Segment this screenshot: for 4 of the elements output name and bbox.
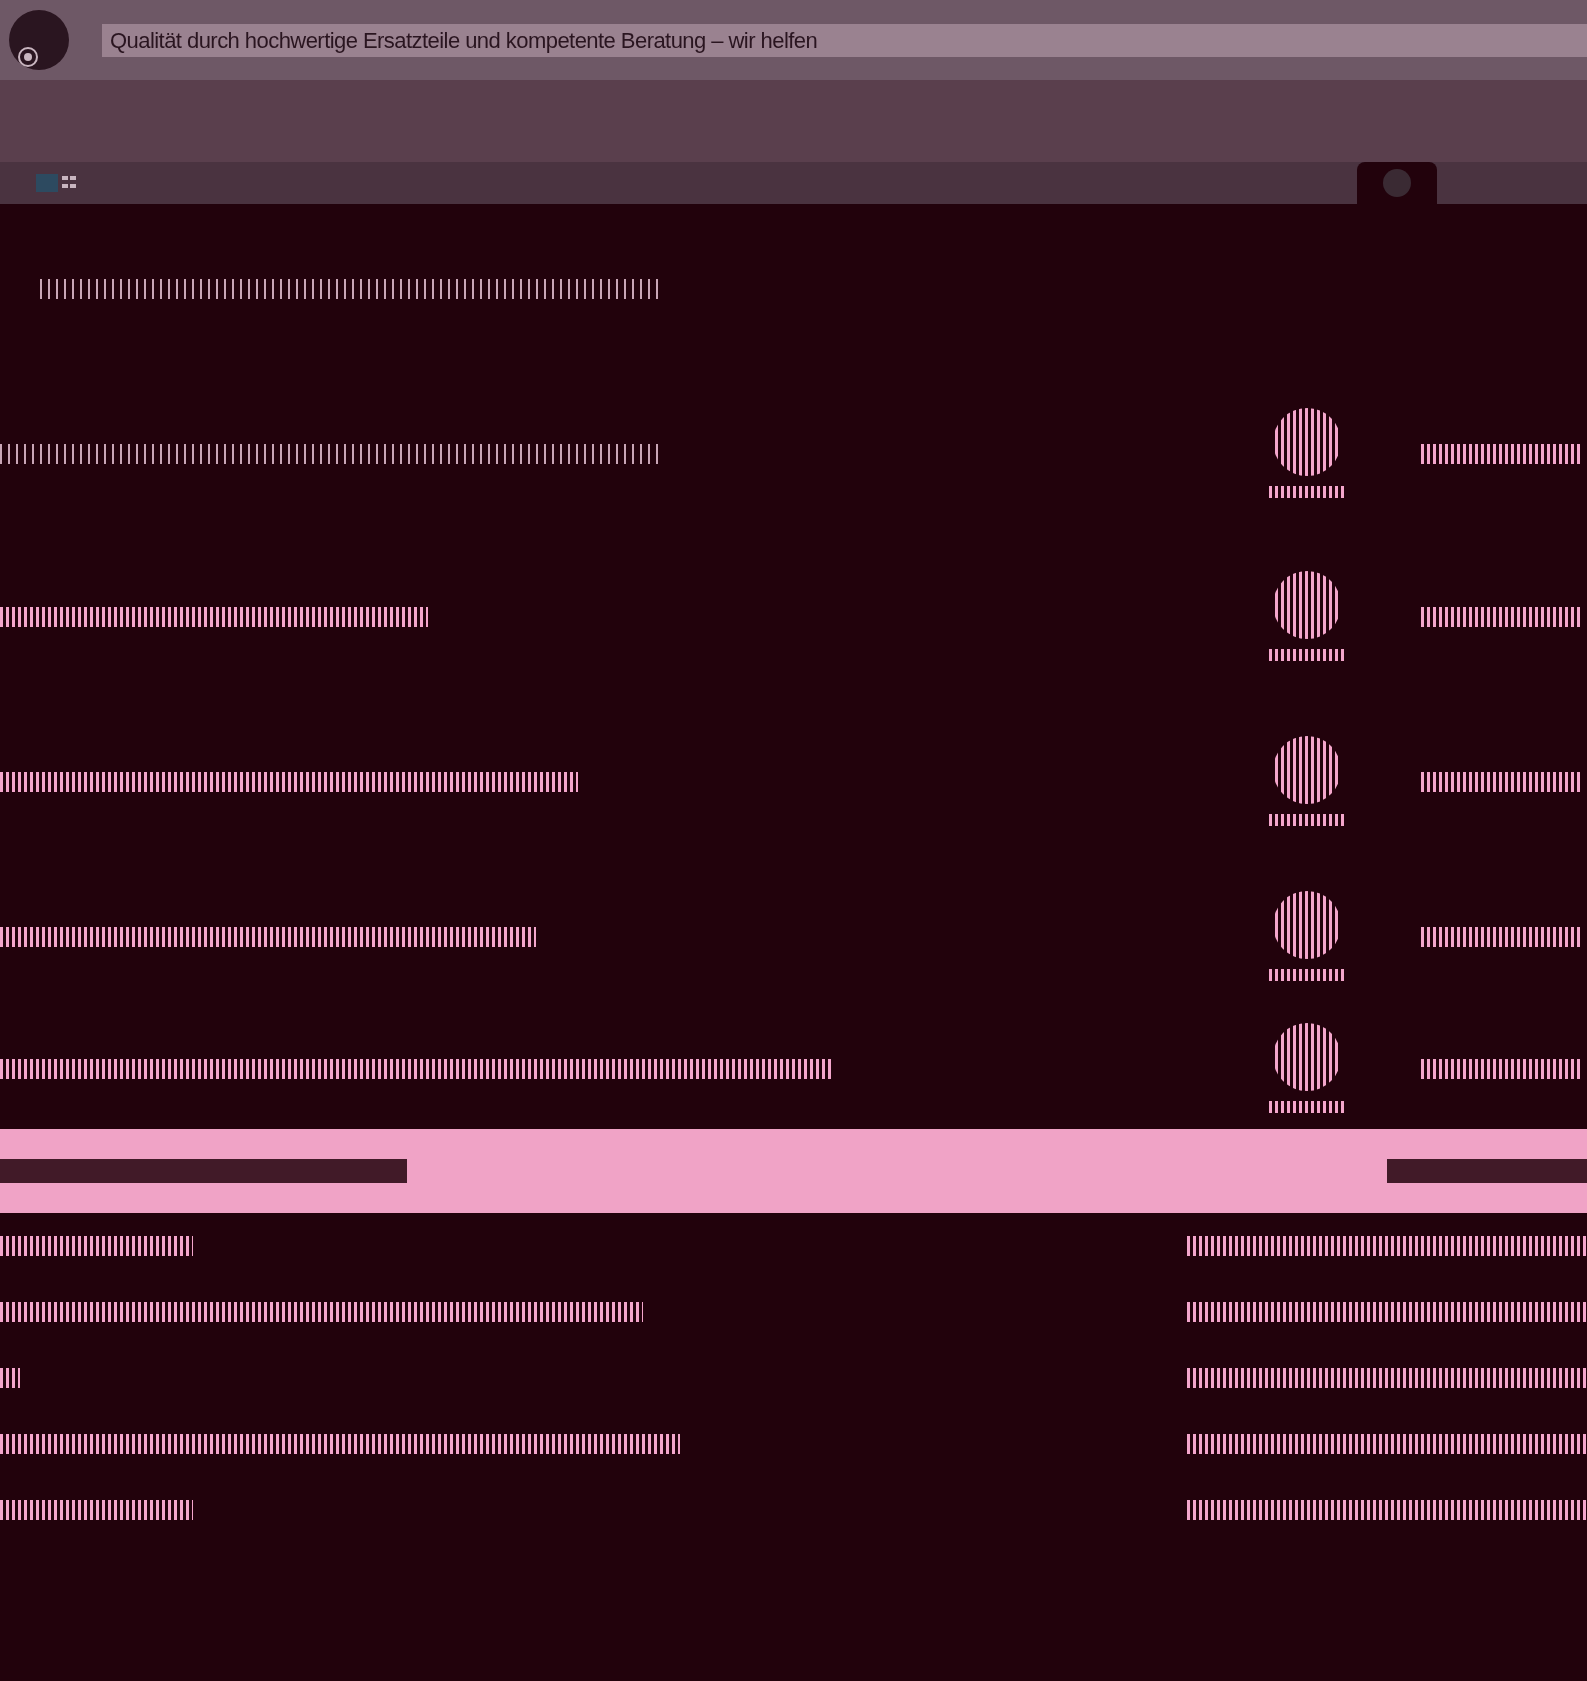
gear-logo-icon (8, 9, 70, 71)
header-title: Qualität durch hochwertige Ersatzteile und kompetente Beratung – wir helfen (102, 23, 1587, 57)
scrambled-text-drawing (0, 1368, 20, 1388)
user-avatar-icon (1382, 168, 1412, 198)
